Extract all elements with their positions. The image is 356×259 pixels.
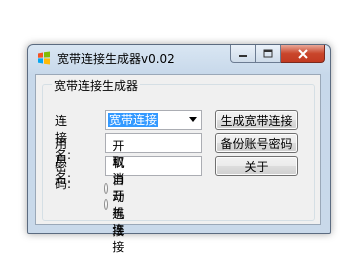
password-label: 密 码: xyxy=(55,160,80,191)
cancel-auto-connect-radio[interactable] xyxy=(104,198,109,210)
close-button[interactable] xyxy=(281,45,325,63)
window-title: 宽带连接生成器v0.02 xyxy=(57,52,175,66)
cancel-auto-connect-label: 取消开机连接 xyxy=(112,155,125,254)
close-icon xyxy=(297,48,308,59)
about-button[interactable]: 关于 xyxy=(215,156,298,176)
auto-connect-radio[interactable] xyxy=(104,182,109,194)
dropdown-arrow-icon[interactable] xyxy=(189,117,197,122)
connection-name-select[interactable]: 宽带连接 xyxy=(105,110,202,130)
maximize-button[interactable] xyxy=(256,45,281,63)
minimize-icon xyxy=(239,54,247,57)
connection-name-value: 宽带连接 xyxy=(108,113,159,127)
caption-buttons xyxy=(230,45,325,63)
screenshot-canvas: 宽带连接生成器v0.02 宽带连接生成器 连接名: 宽带连接 用户名: 密 码:… xyxy=(0,0,356,259)
maximize-icon xyxy=(263,49,273,58)
minimize-button[interactable] xyxy=(230,45,256,63)
create-connection-button[interactable]: 生成宽带连接 xyxy=(215,110,298,130)
title-bar[interactable]: 宽带连接生成器v0.02 xyxy=(28,45,330,71)
cancel-auto-connect-option[interactable]: 取消开机连接 xyxy=(104,155,131,254)
backup-account-button[interactable]: 备份账号密码 xyxy=(215,133,298,153)
group-box-label: 宽带连接生成器 xyxy=(52,77,141,94)
windows-logo-icon xyxy=(38,51,50,65)
